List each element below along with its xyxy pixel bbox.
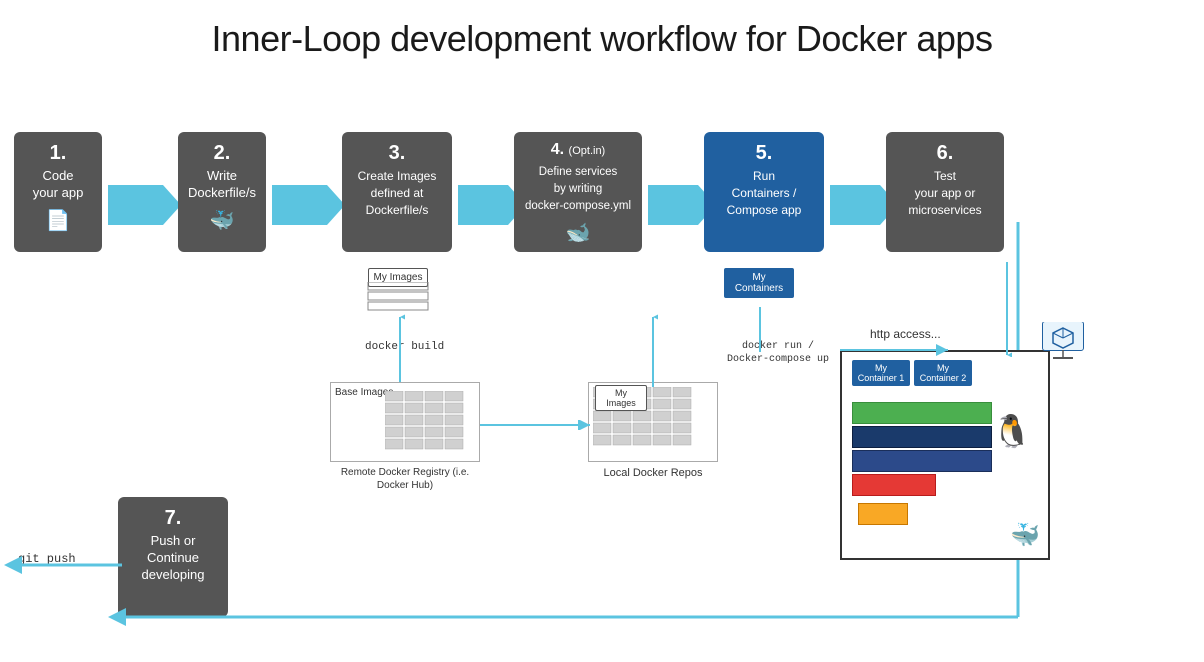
step-1-box: 1. Code your app 📄 [14, 132, 102, 252]
my-images-box2: My Images [595, 385, 647, 411]
layer-yellow [858, 503, 908, 525]
container1-label: My Container 1 [852, 360, 910, 386]
layer-green [852, 402, 992, 424]
step-2-box: 2. Write Dockerfile/s 🐳 [178, 132, 266, 252]
step3-num: 3. [348, 140, 446, 166]
step-4-box: 4. (Opt.in) Define services by writing d… [514, 132, 642, 252]
step2-icon: 🐳 [184, 208, 260, 234]
arrow-5-6 [830, 185, 880, 225]
step6-label: Test your app or microservices [908, 169, 981, 217]
container2-label: My Container 2 [914, 360, 972, 386]
monitor-icon [1038, 322, 1088, 367]
step1-num: 1. [20, 140, 96, 166]
arrow-git-push [14, 550, 122, 580]
remote-registry-label: Remote Docker Registry (i.e. Docker Hub) [330, 466, 480, 492]
arrow-4-5 [648, 185, 698, 225]
my-containers-box: My Containers [724, 268, 794, 298]
arrow-3-4 [458, 185, 508, 225]
step-5-box: 5. Run Containers / Compose app [704, 132, 824, 252]
diagram-area: 1. Code your app 📄 2. Write Dockerfile/s… [0, 72, 1204, 572]
arrow-step6-vm [1002, 262, 1012, 357]
arrow-bottom-loop [118, 612, 1018, 662]
container1-text: My Container 1 [857, 363, 905, 383]
my-images-stack1 [366, 282, 430, 312]
step5-num: 5. [710, 140, 818, 166]
arrow-1-2 [108, 185, 163, 225]
step1-label: Code your app [33, 168, 84, 200]
docker-whale-icon: 🐳 [1010, 521, 1040, 550]
penguin-icon: 🐧 [992, 412, 1032, 450]
local-repos-label: Local Docker Repos [588, 466, 718, 480]
arrow-2-3 [272, 185, 327, 225]
arrow-registry-to-repos [480, 420, 595, 430]
arrow-repos-to-containers [648, 312, 658, 387]
step1-icon: 📄 [20, 208, 96, 234]
step-6-box: 6. Test your app or microservices [886, 132, 1004, 252]
step3-label: Create Images defined at Dockerfile/s [358, 169, 437, 217]
arrow-containers-down [755, 307, 765, 352]
local-repos-box: My Images [588, 382, 718, 462]
step2-num: 2. [184, 140, 260, 166]
layer-navy [852, 450, 992, 472]
step2-label: Write Dockerfile/s [188, 168, 256, 200]
my-containers-label: My Containers [729, 272, 789, 294]
registry-grid [385, 391, 475, 451]
step5-label: Run Containers / Compose app [727, 169, 802, 217]
page-title: Inner-Loop development workflow for Dock… [0, 0, 1204, 72]
arrow-http-access [840, 312, 950, 357]
step4-label: Define services by writing docker-compos… [525, 166, 631, 212]
my-images-label2: My Images [600, 388, 642, 408]
step-3-box: 3. Create Images defined at Dockerfile/s [342, 132, 452, 252]
step7-label: Push or Continue developing [142, 533, 205, 582]
layer-red [852, 474, 936, 496]
step7-num: 7. [124, 505, 222, 531]
step4-num: 4. (Opt.in) [520, 140, 636, 161]
layer-darkblue [852, 426, 992, 448]
step6-num: 6. [892, 140, 998, 166]
vm-box: My Container 1 My Container 2 🐧 🐳 [840, 350, 1050, 560]
docker-run-label: docker run / Docker-compose up [718, 340, 838, 366]
step-7-box: 7. Push or Continue developing [118, 497, 228, 617]
remote-registry-box: Base Images [330, 382, 480, 462]
step4-icon: 🐋 [520, 220, 636, 246]
container2-text: My Container 2 [919, 363, 967, 383]
